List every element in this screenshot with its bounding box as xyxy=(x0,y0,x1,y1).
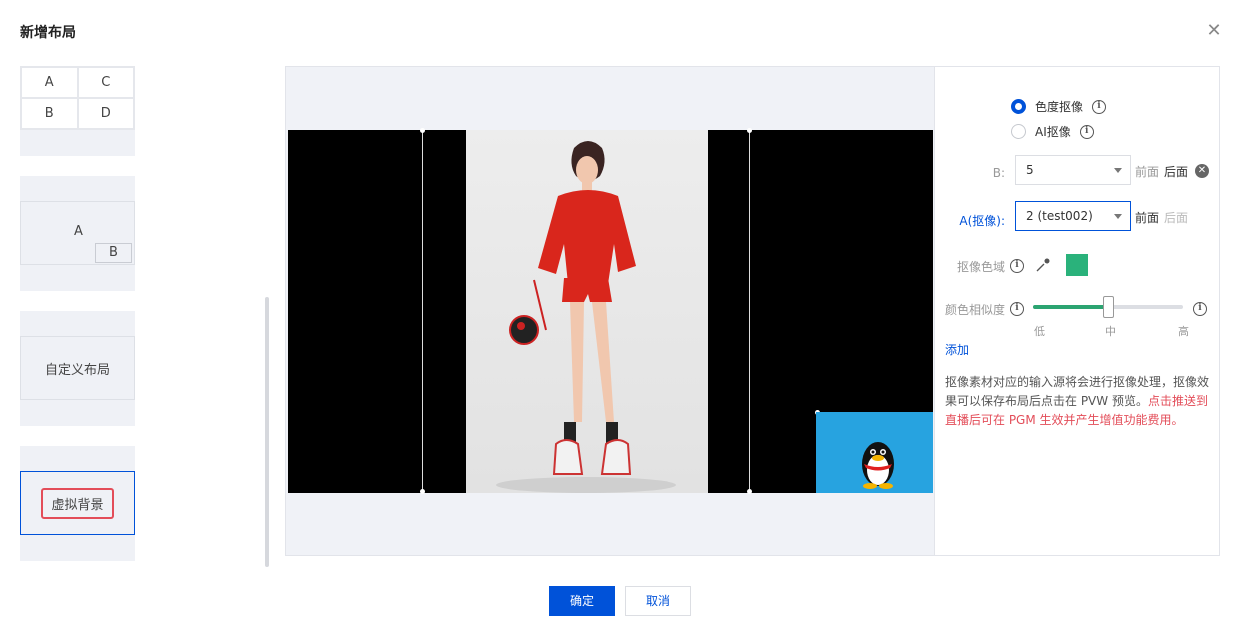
chevron-down-icon xyxy=(1114,214,1122,219)
cancel-button[interactable]: 取消 xyxy=(625,586,691,616)
tick-low: 低 xyxy=(1034,325,1045,338)
chevron-down-icon xyxy=(1114,168,1122,173)
pip-main-label: A xyxy=(74,224,83,239)
resize-handle[interactable] xyxy=(747,128,752,133)
pip-source-window[interactable] xyxy=(816,412,933,493)
pip-preview: A B xyxy=(20,201,135,265)
similarity-label: 颜色相似度 xyxy=(944,303,1005,317)
mode-chroma-option[interactable]: 色度抠像 i xyxy=(1011,98,1107,115)
similarity-slider-thumb[interactable] xyxy=(1103,296,1114,318)
a-back-option[interactable]: 后面 xyxy=(1164,209,1188,226)
keyed-source-image xyxy=(466,130,708,493)
pip-sub-label: B xyxy=(95,243,132,263)
layout-list-scrollbar[interactable] xyxy=(265,297,269,567)
a-source-label: A(抠像): xyxy=(959,214,1005,228)
person-illustration xyxy=(496,141,676,493)
b-front-option[interactable]: 前面 xyxy=(1135,163,1159,180)
b-source-value: 5 xyxy=(1026,163,1034,177)
confirm-button[interactable]: 确定 xyxy=(549,586,615,616)
info-icon[interactable]: i xyxy=(1010,302,1024,316)
keying-description: 抠像素材对应的输入源将会进行抠像处理，抠像效果可以保存布局后点击在 PVW 预览… xyxy=(945,373,1213,430)
preview-canvas xyxy=(288,128,933,494)
a-source-select[interactable]: 2 (test002) xyxy=(1015,201,1131,231)
similarity-slider[interactable] xyxy=(1033,296,1183,318)
dialog: 新增布局 ✕ A C B D A B 自定义布局 虚拟背景 色度抠像 i AI抠… xyxy=(0,0,1242,636)
resize-handle[interactable] xyxy=(420,489,425,494)
similarity-slider-fill xyxy=(1033,305,1108,309)
info-icon[interactable]: i xyxy=(1010,259,1024,273)
layout-option-pip[interactable]: A B xyxy=(20,176,135,291)
add-link[interactable]: 添加 xyxy=(945,341,969,358)
quad-grid: A C B D xyxy=(20,66,135,130)
key-color-swatch[interactable] xyxy=(1066,254,1088,276)
mode-chroma-label: 色度抠像 xyxy=(1035,100,1084,114)
b-source-label: B: xyxy=(992,166,1005,180)
region-border-left xyxy=(422,130,423,493)
mode-ai-option[interactable]: AI抠像 i xyxy=(1011,123,1094,140)
a-source-value: 2 (test002) xyxy=(1026,209,1093,223)
quad-cell-a: A xyxy=(21,67,78,98)
radio-selected-icon[interactable] xyxy=(1011,99,1026,114)
virtual-bg-card: 虚拟背景 xyxy=(20,471,135,535)
quad-cell-d: D xyxy=(77,98,134,129)
resize-handle[interactable] xyxy=(747,489,752,494)
key-color-label: 抠像色域 xyxy=(956,260,1005,274)
a-front-option[interactable]: 前面 xyxy=(1135,209,1159,226)
dialog-title: 新增布局 xyxy=(20,25,76,41)
layout-option-custom[interactable]: 自定义布局 xyxy=(20,311,135,426)
penguin-icon xyxy=(862,442,894,489)
virtual-bg-label: 虚拟背景 xyxy=(41,487,114,519)
tick-mid: 中 xyxy=(1105,325,1116,338)
close-icon[interactable]: ✕ xyxy=(1205,22,1223,40)
eyedropper-icon[interactable] xyxy=(1035,257,1051,273)
info-icon[interactable]: i xyxy=(1193,302,1207,316)
radio-unselected-icon[interactable] xyxy=(1011,124,1026,139)
region-border-right xyxy=(749,130,750,493)
info-icon[interactable]: i xyxy=(1092,99,1107,114)
b-back-option[interactable]: 后面 xyxy=(1164,163,1188,180)
tick-high: 高 xyxy=(1178,325,1189,338)
info-icon[interactable]: i xyxy=(1079,124,1094,139)
layout-preview xyxy=(285,66,934,556)
resize-handle[interactable] xyxy=(420,128,425,133)
b-source-select[interactable]: 5 xyxy=(1015,155,1131,185)
layout-option-virtual-bg[interactable]: 虚拟背景 xyxy=(20,446,135,561)
keying-settings-panel: 色度抠像 i AI抠像 i B: 5 前面 后面 ✕ A(抠像): 2 (tes… xyxy=(934,66,1220,556)
mode-ai-label: AI抠像 xyxy=(1035,125,1071,139)
quad-cell-c: C xyxy=(77,67,134,98)
quad-cell-b: B xyxy=(21,98,78,129)
custom-layout-label: 自定义布局 xyxy=(20,336,135,400)
layout-option-quad[interactable]: A C B D xyxy=(20,66,135,156)
remove-icon[interactable]: ✕ xyxy=(1195,164,1209,178)
